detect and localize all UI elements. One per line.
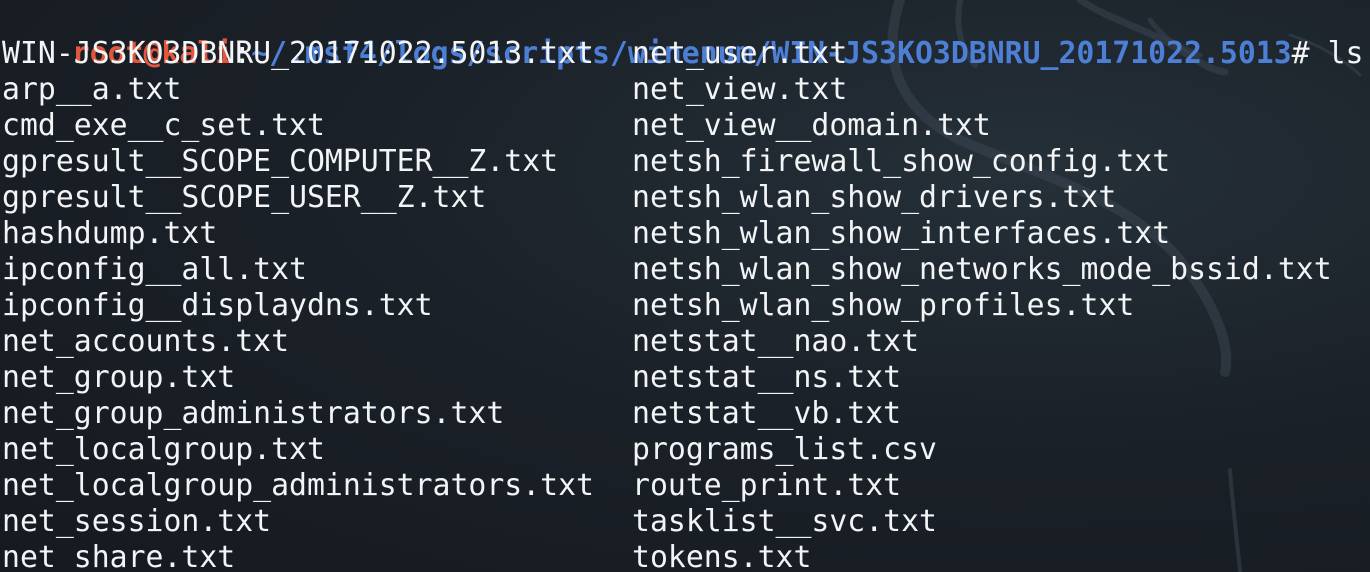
file-name: cmd_exe__c_set.txt <box>2 108 325 143</box>
listing-row: net_localgroup_administrators.txt route_p… <box>0 468 1370 504</box>
file-name: netstat__ns.txt <box>632 360 902 395</box>
file-name: tokens.txt <box>632 540 812 572</box>
file-name: arp__a.txt <box>2 72 182 107</box>
listing-row: net_group.txt netstat__ns.txt <box>0 360 1370 396</box>
file-name: gpresult__SCOPE_COMPUTER__Z.txt <box>2 144 559 179</box>
listing-row: hashdump.txt netsh_wlan_show_interfaces.t… <box>0 216 1370 252</box>
listing-row: net_localgroup.txt programs_list.csv <box>0 432 1370 468</box>
listing-row: arp__a.txt net_view.txt <box>0 72 1370 108</box>
listing-row: cmd_exe__c_set.txt net_view__domain.txt <box>0 108 1370 144</box>
file-name: net_view__domain.txt <box>632 108 991 143</box>
file-name: gpresult__SCOPE_USER__Z.txt <box>2 180 487 215</box>
file-name: netsh_wlan_show_networks_mode_bssid.txt <box>632 252 1332 287</box>
file-name: programs_list.csv <box>632 432 937 467</box>
file-name: netsh_wlan_show_interfaces.txt <box>632 216 1171 251</box>
file-name: net_share.txt <box>2 540 236 572</box>
listing-row: net_accounts.txt netstat__nao.txt <box>0 324 1370 360</box>
file-name: ipconfig__displaydns.txt <box>2 288 433 323</box>
listing-row: net_session.txt tasklist__svc.txt <box>0 504 1370 540</box>
file-name: net_group.txt <box>2 360 236 395</box>
file-name: net_group_administrators.txt <box>2 396 505 431</box>
listing-row: ipconfig__displaydns.txt netsh_wlan_show_… <box>0 288 1370 324</box>
terminal-window[interactable]: root@kali:~/.msf4/logs/scripts/winenum/W… <box>0 0 1370 572</box>
listing-row: net_group_administrators.txt netstat__vb.… <box>0 396 1370 432</box>
file-name: netstat__vb.txt <box>632 396 902 431</box>
file-name: net_localgroup_administrators.txt <box>2 468 594 503</box>
listing-row: WIN-JS3KO3DBNRU_20171022.5013.txt net_use… <box>0 36 1370 72</box>
file-name: net_session.txt <box>2 504 272 539</box>
listing-row: ipconfig__all.txt netsh_wlan_show_network… <box>0 252 1370 288</box>
listing-row: net_share.txt tokens.txt <box>0 540 1370 572</box>
file-name: route_print.txt <box>632 468 902 503</box>
file-name: net_view.txt <box>632 72 848 107</box>
prompt-line: root@kali:~/.msf4/logs/scripts/winenum/W… <box>0 0 1364 71</box>
file-name: netstat__nao.txt <box>632 324 920 359</box>
file-name: net_user.txt <box>632 36 848 71</box>
file-name: net_localgroup.txt <box>2 432 325 467</box>
file-name: netsh_firewall_show_config.txt <box>632 144 1171 179</box>
file-name: tasklist__svc.txt <box>632 504 937 539</box>
listing-row: gpresult__SCOPE_COMPUTER__Z.txt netsh_fir… <box>0 144 1370 180</box>
file-name: net_accounts.txt <box>2 324 290 359</box>
file-name: hashdump.txt <box>2 216 218 251</box>
file-name: WIN-JS3KO3DBNRU_20171022.5013.txt <box>2 36 594 71</box>
file-name: netsh_wlan_show_drivers.txt <box>632 180 1117 215</box>
file-name: netsh_wlan_show_profiles.txt <box>632 288 1135 323</box>
listing-row: gpresult__SCOPE_USER__Z.txt netsh_wlan_sh… <box>0 180 1370 216</box>
file-name: ipconfig__all.txt <box>2 252 307 287</box>
